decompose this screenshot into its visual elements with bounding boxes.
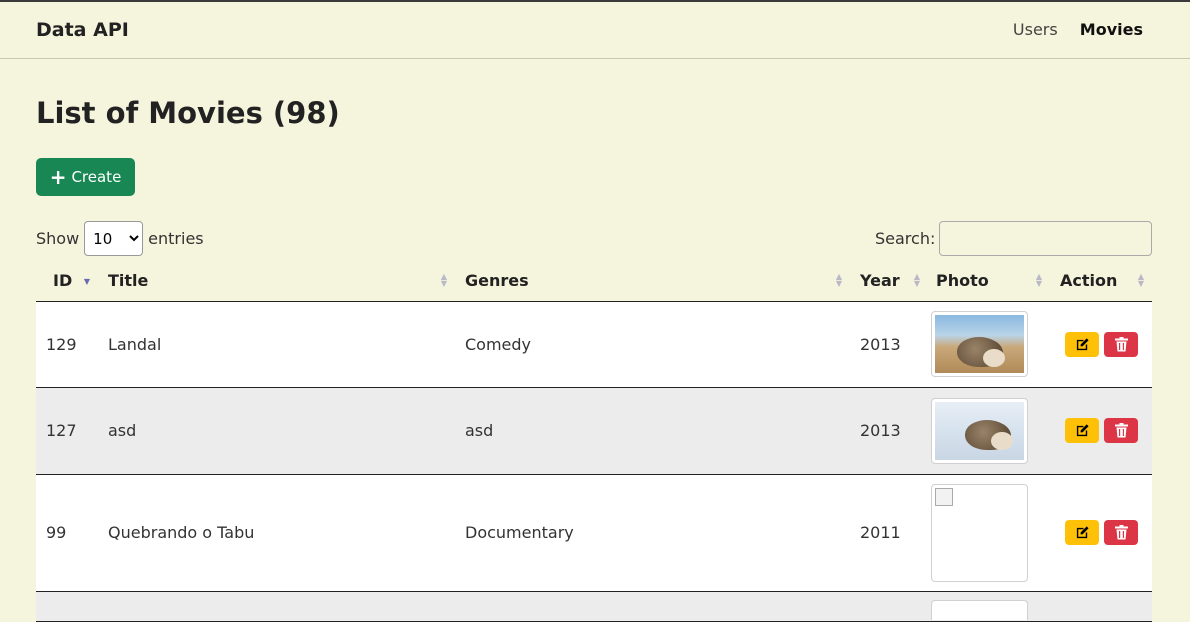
column-header-id[interactable]: ID ▲▼: [36, 260, 98, 302]
column-header-year[interactable]: Year ▲ ▼: [850, 260, 928, 302]
cell-photo: [928, 301, 1050, 388]
cell-actions: [1050, 591, 1152, 622]
column-header-genres[interactable]: Genres ▲ ▼: [455, 260, 850, 302]
broken-image-icon: [935, 487, 953, 506]
table-header-row: ID ▲▼ Title ▲▼ Genres ▲▼ Year ▲▼ Photo ▲…: [36, 260, 1152, 302]
column-header-label: ID: [53, 270, 73, 290]
page-size-control: Show 10 entries: [36, 221, 204, 256]
cell-year: 2013: [850, 387, 928, 475]
cell-photo: [928, 474, 1050, 592]
movies-table: ID ▲▼ Title ▲▼ Genres ▲▼ Year ▲▼ Photo ▲…: [36, 260, 1152, 622]
pencil-square-icon: [1076, 337, 1089, 350]
page-size-select[interactable]: 10: [84, 221, 144, 256]
column-header-action[interactable]: Action ▲ ▼: [1050, 260, 1152, 302]
cell-title: Quebrando o Tabu: [98, 474, 455, 592]
trash-icon: [1114, 423, 1128, 438]
pencil-square-icon: [1076, 424, 1089, 437]
trash-icon: [1114, 336, 1128, 351]
pencil-square-icon: [1076, 526, 1089, 539]
cell-genres: [455, 591, 850, 622]
sort-icon: ▲ ▼: [1035, 272, 1042, 288]
cell-photo: [928, 591, 1050, 622]
cell-title: [98, 591, 455, 622]
hedgehog-face: [983, 349, 1005, 367]
hedgehog-image: [935, 401, 1024, 460]
sort-icon: ▲ ▼: [440, 272, 447, 288]
create-button[interactable]: + Create: [36, 158, 135, 196]
column-header-label: Photo: [936, 270, 989, 290]
sort-desc-icon: ▲▼: [83, 277, 90, 286]
cell-actions: [1050, 301, 1152, 388]
movie-photo[interactable]: [931, 397, 1028, 464]
search-control: Search:: [875, 221, 1153, 256]
hedgehog-face: [991, 431, 1013, 450]
cell-genres: Documentary: [455, 474, 850, 592]
hedgehog-shape: [965, 419, 1013, 450]
edit-button[interactable]: [1065, 418, 1099, 443]
entries-label: entries: [148, 229, 204, 248]
sort-icon: ▲ ▼: [835, 272, 842, 288]
table-row: 99 Quebrando o Tabu Documentary 2011: [36, 474, 1152, 592]
cell-genres: asd: [455, 387, 850, 475]
column-header-photo[interactable]: Photo ▲ ▼: [928, 260, 1050, 302]
hedgehog-image: [935, 315, 1024, 373]
nav-links: Users Movies: [996, 20, 1143, 39]
movie-photo[interactable]: [931, 599, 1028, 620]
show-label: Show: [36, 229, 80, 248]
cell-title: Landal: [98, 301, 455, 388]
sort-icon: ▲ ▼: [913, 272, 920, 288]
cell-title: asd: [98, 387, 455, 475]
cell-id: 127: [36, 387, 98, 475]
table-row: [36, 591, 1152, 622]
page-title: List of Movies (98): [36, 96, 340, 130]
cell-year: 2013: [850, 301, 928, 388]
nav-link-movies[interactable]: Movies: [1080, 20, 1143, 39]
navbar: Data API Users Movies: [0, 2, 1190, 59]
delete-button[interactable]: [1104, 520, 1138, 545]
create-button-label: Create: [71, 168, 122, 186]
cell-actions: [1050, 474, 1152, 592]
brand-logo-text[interactable]: Data API: [36, 19, 129, 41]
search-input[interactable]: [939, 221, 1153, 256]
trash-icon: [1114, 525, 1128, 540]
column-header-label: Year: [860, 270, 900, 290]
column-header-label: Genres: [465, 270, 529, 290]
nav-link-users[interactable]: Users: [1013, 20, 1058, 39]
sort-icon: ▲ ▼: [1137, 272, 1144, 288]
edit-button[interactable]: [1065, 520, 1099, 545]
column-header-title[interactable]: Title ▲ ▼: [98, 260, 455, 302]
movie-photo[interactable]: [931, 311, 1028, 377]
plus-icon: +: [49, 165, 67, 189]
cell-id: 99: [36, 474, 98, 592]
cell-photo: [928, 387, 1050, 475]
cell-year: 2011: [850, 474, 928, 592]
column-header-label: Action: [1060, 270, 1118, 290]
movie-photo[interactable]: [931, 483, 1028, 582]
hedgehog-shape: [957, 337, 1005, 367]
cell-genres: Comedy: [455, 301, 850, 388]
edit-button[interactable]: [1065, 331, 1099, 357]
delete-button[interactable]: [1104, 418, 1138, 443]
cell-id: [36, 591, 98, 622]
cell-id: 129: [36, 301, 98, 388]
delete-button[interactable]: [1104, 331, 1138, 357]
cell-year: [850, 591, 928, 622]
search-label: Search:: [875, 229, 936, 248]
table-row: 129 Landal Comedy 2013: [36, 301, 1152, 388]
column-header-label: Title: [108, 270, 149, 290]
cell-actions: [1050, 387, 1152, 475]
table-row: 127 asd asd 2013: [36, 387, 1152, 475]
